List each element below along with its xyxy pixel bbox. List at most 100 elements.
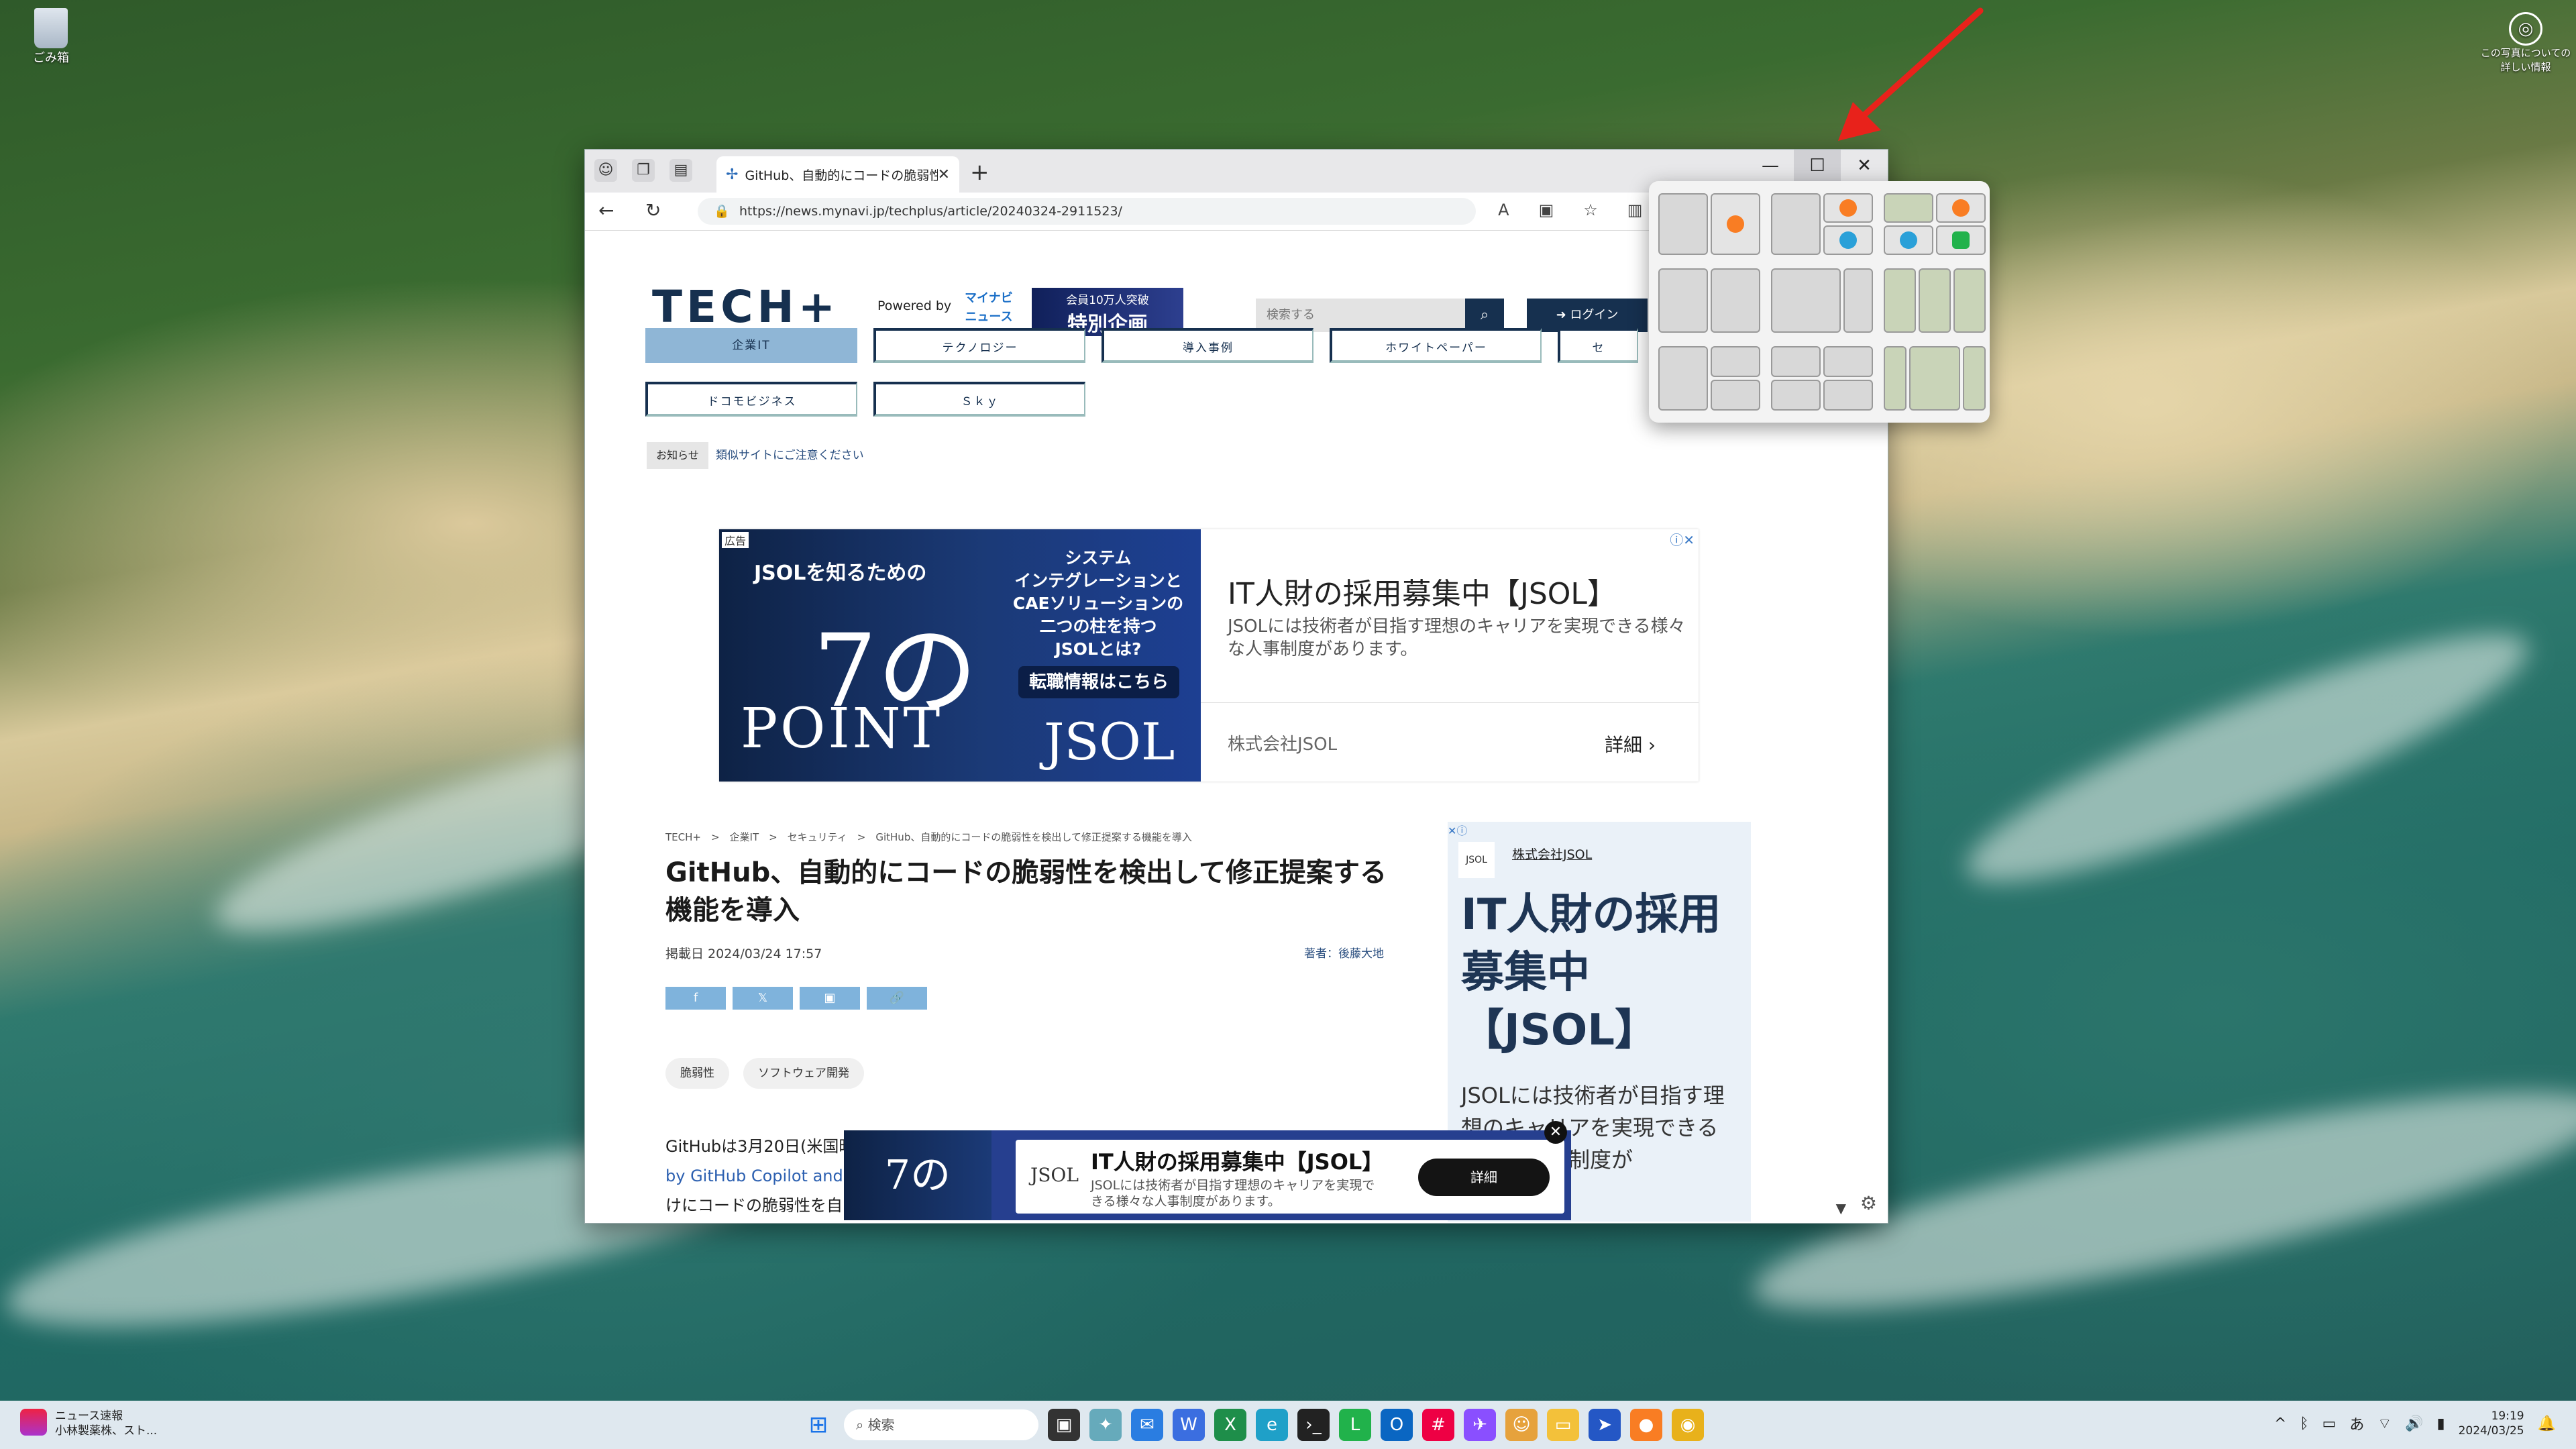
menu-sky[interactable]: Ｓｋｙ [873,382,1085,417]
snap-zone[interactable] [1843,268,1873,333]
snap-zone[interactable] [1823,225,1873,255]
refresh-icon[interactable]: ↻ [645,199,661,221]
scroll-down-icon[interactable]: ▼ [1836,1200,1846,1216]
snap-zone[interactable] [1658,268,1708,333]
snap-zone[interactable] [1823,346,1873,377]
start-windows-icon[interactable]: ⊞ [802,1409,835,1441]
firefox-icon[interactable]: ● [1630,1409,1662,1441]
file-explorer-icon[interactable]: ▭ [1547,1409,1579,1441]
battery-icon[interactable]: ▮ [2437,1415,2445,1432]
edge-icon[interactable]: e [1256,1409,1288,1441]
url-field[interactable]: 🔒 https://news.mynavi.jp/techplus/articl… [698,198,1476,225]
power-automate-icon[interactable]: ➤ [1589,1409,1621,1441]
snap-zone[interactable] [1909,346,1960,411]
top-ad-detail-link[interactable]: 詳細 › [1605,731,1656,757]
share-link-icon[interactable]: 🔗 [867,987,927,1010]
outlook-icon[interactable]: ✉ [1131,1409,1163,1441]
maximize-button[interactable]: ☐ [1794,150,1841,182]
menu-docomo-business[interactable]: ドコモビジネス [645,382,857,417]
snap-zone[interactable] [1963,346,1986,411]
outlook-new-icon[interactable]: O [1381,1409,1413,1441]
notification-bell-icon[interactable]: 🔔 [2538,1415,2556,1432]
menu-technology[interactable]: テクノロジー [873,328,1085,363]
snap-zone[interactable] [1711,193,1760,255]
mynavi-logo[interactable]: マイナビ ニュース [965,289,1013,329]
taskbar-search-input[interactable]: ⌕ 検索 [844,1409,1038,1440]
excel-icon[interactable]: X [1214,1409,1246,1441]
tab-active[interactable]: ✢ GitHub、自動的にコードの脆弱性を ✕ [716,156,959,193]
snap-zone[interactable] [1936,193,1986,223]
menu-whitepaper[interactable]: ホワイトペーパー [1330,328,1542,363]
line-icon[interactable]: L [1339,1409,1371,1441]
news-widget[interactable]: ニュース速報 小林製薬株、スト... [20,1409,157,1438]
ad-choices-icon[interactable]: ⓘ✕ [1670,529,1695,549]
spotlight-info-icon[interactable]: ◎ この写真についての 詳しい情報 [2475,12,2576,74]
minimize-button[interactable]: — [1747,150,1794,182]
recycle-bin-icon[interactable]: ごみ箱 [24,8,78,66]
snap-zone[interactable] [1771,193,1821,255]
profile-icon[interactable]: ☺ [594,159,617,182]
snap-zone[interactable] [1771,268,1841,333]
back-icon[interactable]: ← [598,199,614,221]
show-hidden-icons-icon[interactable]: ^ [2274,1415,2286,1432]
top-ad-image[interactable]: 広告 JSOLを知るための 7の POINT システム インテグレーションと C… [719,529,1201,782]
favorites-icon[interactable]: ▥ [1627,201,1643,219]
favorite-star-icon[interactable]: ☆ [1583,201,1598,219]
snap-zone[interactable] [1884,225,1933,255]
floating-ad-panel[interactable]: JSOL IT人財の採用募集中【JSOL】 JSOLには技術者が目指す理想のキャ… [1016,1140,1564,1214]
chrome-icon[interactable]: ◉ [1672,1409,1704,1441]
notice-link[interactable]: 類似サイトにご注意ください [716,442,864,469]
clock[interactable]: 19:19 2024/03/25 [2459,1409,2524,1438]
menu-case-studies[interactable]: 導入事例 [1102,328,1313,363]
share-hatena-icon[interactable]: ▣ [800,987,860,1010]
share-facebook-icon[interactable]: f [665,987,726,1010]
snap-zone[interactable] [1823,193,1873,223]
read-aloud-icon[interactable]: A [1498,201,1509,219]
close-window-button[interactable]: ✕ [1841,150,1888,182]
new-tab-button[interactable]: + [970,159,989,186]
snap-zone[interactable] [1711,268,1760,333]
ime-icon[interactable]: あ [2349,1413,2364,1434]
floating-ad[interactable]: 7の POINT JSOL IT人財の採用募集中【JSOL】 JSOLには技術者… [844,1121,1571,1220]
wifi-icon[interactable]: ⌔ [2377,1414,2392,1433]
snap-zone[interactable] [1771,380,1821,411]
tag-vulnerability[interactable]: 脆弱性 [665,1058,729,1089]
menu-more[interactable]: セ [1558,328,1638,363]
snap-zone[interactable] [1953,268,1986,333]
snap-zone[interactable] [1771,346,1821,377]
snap-zone[interactable] [1658,193,1708,255]
battery-saver-icon[interactable]: ▭ [2322,1415,2337,1432]
snap-zone[interactable] [1884,193,1933,223]
collections-icon[interactable]: ❐ [632,159,655,182]
snap-zone[interactable] [1711,346,1760,377]
top-ad-headline[interactable]: IT人財の採用募集中【JSOL】 [1228,570,1617,612]
site-search-input[interactable]: 検索する [1256,299,1465,332]
settings-gear-icon[interactable]: ⚙ [1860,1192,1877,1214]
tab-close-icon[interactable]: ✕ [938,166,950,183]
site-logo[interactable]: TECH+ [652,284,840,334]
side-ad-company[interactable]: 株式会社JSOL [1512,845,1592,863]
top-ad[interactable]: 広告 JSOLを知るための 7の POINT システム インテグレーションと C… [719,529,1699,782]
bluetooth-icon[interactable]: ᛒ [2300,1415,2308,1432]
copilot-icon[interactable]: ✦ [1089,1409,1122,1441]
snap-zone[interactable] [1823,380,1873,411]
snap-zone[interactable] [1936,225,1986,255]
snap-zone[interactable] [1884,268,1916,333]
ad-choices-icon[interactable]: ✕ⓘ [1448,822,1467,838]
login-button[interactable]: ➜ ログイン [1527,299,1648,332]
share-x-icon[interactable]: 𝕏 [733,987,793,1010]
word-icon[interactable]: W [1173,1409,1205,1441]
snap-zone[interactable] [1919,268,1951,333]
search-icon[interactable]: ⌕ [1465,299,1504,332]
floating-ad-close-icon[interactable]: ✕ [1544,1121,1567,1144]
task-view-icon[interactable]: ▣ [1048,1409,1080,1441]
tab-actions-icon[interactable]: ▤ [669,159,692,182]
article-author[interactable]: 著者：後藤大地 [1304,944,1384,961]
volume-icon[interactable]: 🔊 [2405,1415,2423,1432]
menu-enterprise-it[interactable]: 企業IT [645,328,857,363]
snap-zone[interactable] [1884,346,1907,411]
tag-software-dev[interactable]: ソフトウェア開発 [743,1058,864,1089]
messenger-icon[interactable]: ✈ [1464,1409,1496,1441]
snap-zone[interactable] [1658,346,1708,411]
app-icon[interactable]: ☺ [1505,1409,1538,1441]
